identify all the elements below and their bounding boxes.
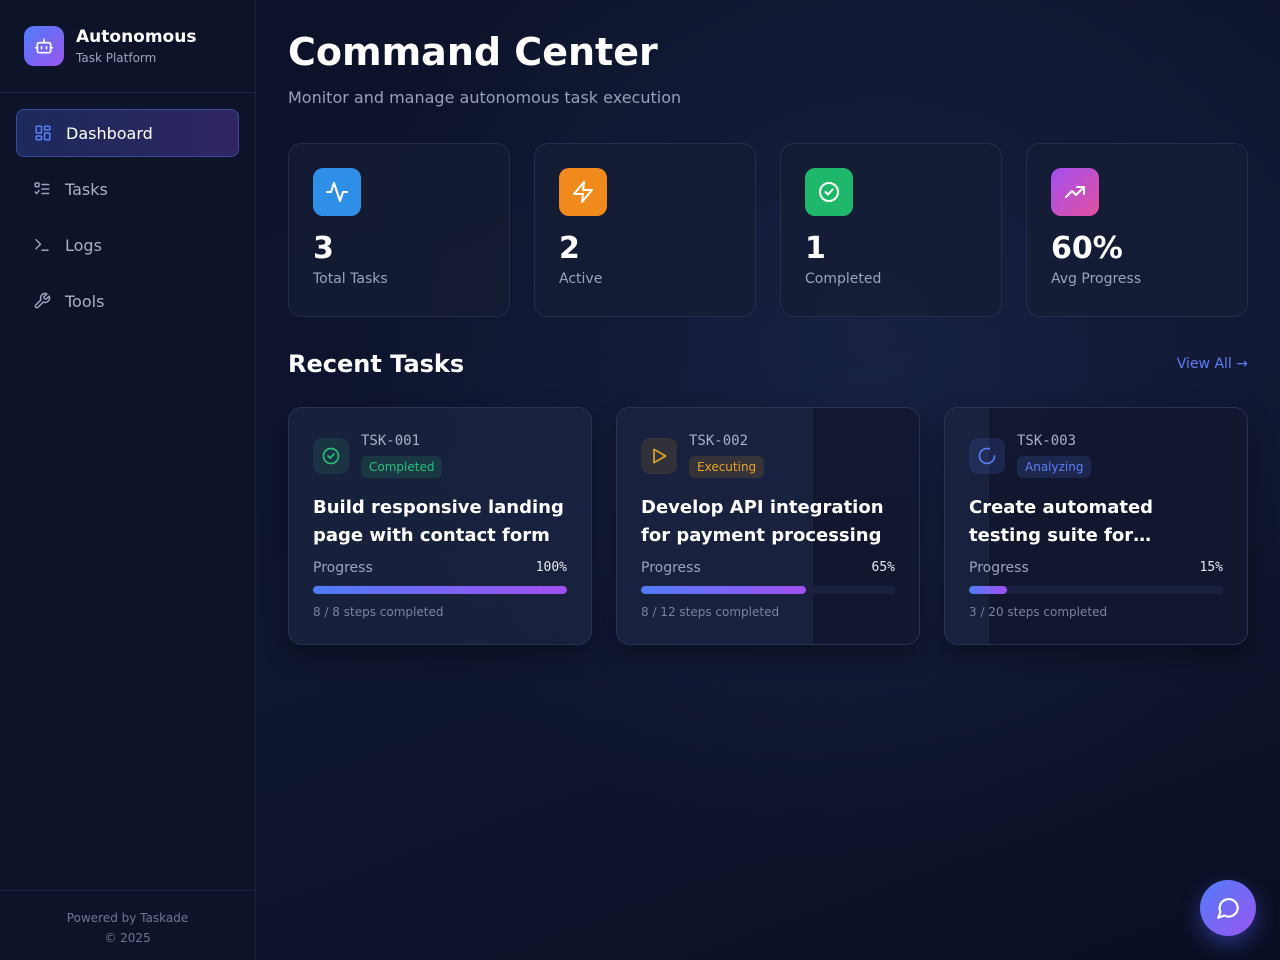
task-id: TSK-002 (689, 433, 749, 449)
stat-value: 1 (805, 231, 826, 266)
nav-item-label: Tools (65, 291, 105, 311)
progress-bar-fill (641, 586, 807, 594)
powered-by-text: Powered by Taskade (66, 911, 189, 925)
progress-bar (313, 586, 567, 594)
progress-value: 15% (1199, 560, 1223, 575)
steps-completed: 3 / 20 steps completed (969, 605, 1108, 619)
check-circle-icon (313, 438, 349, 474)
stat-card-total: 3 Total Tasks (288, 143, 510, 317)
progress-label: Progress (641, 560, 701, 576)
progress-bar (969, 586, 1223, 594)
copyright-text: © 2025 (104, 931, 151, 945)
task-card[interactable]: TSK-003 Analyzing Create automated testi… (944, 407, 1248, 645)
check-circle-icon (805, 168, 853, 216)
dashboard-grid-icon (34, 124, 52, 142)
progress-bar-fill (313, 586, 567, 594)
page-subtitle: Monitor and manage autonomous task execu… (288, 88, 682, 107)
nav-item-dashboard[interactable]: Dashboard (16, 109, 239, 157)
play-icon (641, 438, 677, 474)
stat-card-avg-progress: 60% Avg Progress (1026, 143, 1248, 317)
nav-item-logs[interactable]: Logs (16, 221, 239, 269)
stat-value: 3 (313, 231, 334, 266)
nav-item-label: Dashboard (66, 123, 153, 143)
nav-item-tasks[interactable]: Tasks (16, 165, 239, 213)
activity-icon (313, 168, 361, 216)
spinner-icon (969, 438, 1005, 474)
stat-label: Completed (805, 271, 882, 287)
progress-bar (641, 586, 895, 594)
brand: Autonomous Task Platform (0, 0, 255, 93)
task-card[interactable]: TSK-002 Executing Develop API integratio… (616, 407, 920, 645)
nav-item-tools[interactable]: Tools (16, 277, 239, 325)
nav-item-label: Logs (65, 235, 102, 255)
stat-card-active: 2 Active (534, 143, 756, 317)
stat-label: Total Tasks (313, 271, 388, 287)
recent-tasks-header: Recent Tasks View All → (288, 349, 1248, 379)
main-nav: Dashboard Tasks Logs Tools (0, 93, 255, 349)
task-id: TSK-001 (361, 433, 421, 449)
nav-item-label: Tasks (65, 179, 108, 199)
status-badge: Completed (361, 456, 443, 478)
stat-label: Active (559, 271, 603, 287)
progress-value: 100% (535, 560, 567, 575)
stats-row: 3 Total Tasks 2 Active 1 Completed 60% A… (288, 143, 1248, 317)
brand-title: Autonomous (76, 27, 197, 47)
main-content: Command Center Monitor and manage autono… (256, 0, 1280, 960)
page-title: Command Center (288, 30, 658, 74)
trending-up-icon (1051, 168, 1099, 216)
progress-label: Progress (969, 560, 1029, 576)
progress-bar-fill (969, 586, 1008, 594)
task-id: TSK-003 (1017, 433, 1077, 449)
lightning-icon (559, 168, 607, 216)
steps-completed: 8 / 8 steps completed (313, 605, 444, 619)
stat-label: Avg Progress (1051, 271, 1142, 287)
wrench-icon (33, 292, 51, 310)
steps-completed: 8 / 12 steps completed (641, 605, 780, 619)
progress-value: 65% (871, 560, 895, 575)
chat-bubble-icon (1215, 895, 1241, 921)
robot-icon (24, 26, 64, 66)
sidebar-footer: Powered by Taskade © 2025 (0, 890, 255, 960)
status-badge: Analyzing (1017, 456, 1092, 478)
task-cards: TSK-001 Completed Build responsive landi… (288, 407, 1248, 645)
chat-button[interactable] (1200, 880, 1256, 936)
stat-value: 2 (559, 231, 580, 266)
brand-subtitle: Task Platform (76, 51, 157, 65)
sidebar: Autonomous Task Platform Dashboard Tasks… (0, 0, 256, 960)
task-title: Create automated testing suite for… (969, 497, 1154, 546)
progress-label: Progress (313, 560, 373, 576)
view-all-link[interactable]: View All → (1177, 356, 1248, 372)
status-badge: Executing (689, 456, 765, 478)
terminal-icon (33, 236, 51, 254)
section-title: Recent Tasks (288, 350, 465, 378)
task-title: Build responsive landing page with conta… (313, 497, 564, 546)
stat-value: 60% (1051, 231, 1123, 266)
task-title: Develop API integration for payment proc… (641, 497, 884, 546)
task-card[interactable]: TSK-001 Completed Build responsive landi… (288, 407, 592, 645)
checklist-icon (33, 180, 51, 198)
stat-card-completed: 1 Completed (780, 143, 1002, 317)
